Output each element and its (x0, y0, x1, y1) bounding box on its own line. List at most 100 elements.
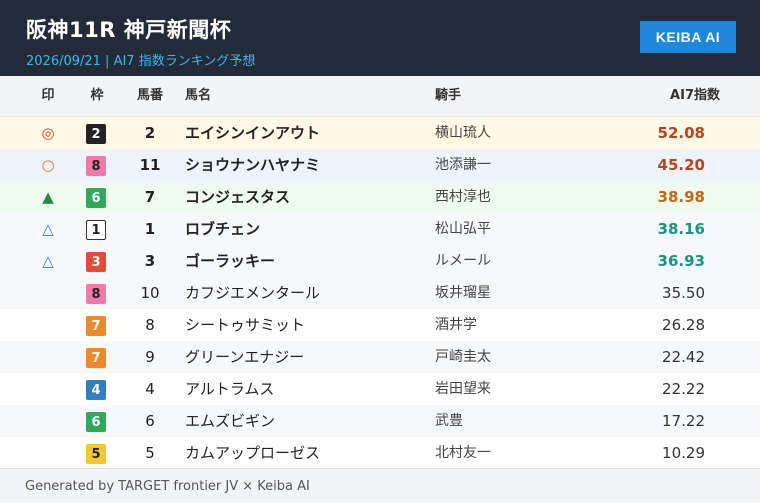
ai7-score: 45.20 (657, 156, 705, 174)
waku-badge: 6 (86, 412, 106, 432)
column-header-waku: 枠 (90, 88, 104, 103)
jockey-name: ルメール (435, 253, 491, 269)
column-header-name: 馬名 (185, 88, 212, 103)
header: 阪神11R 神戸新聞杯 2026/09/21 | AI7 指数ランキング予想 K… (0, 0, 760, 76)
prediction-mark: △ (42, 220, 54, 238)
ai7-score: 38.98 (657, 188, 705, 206)
waku-cell: 7 (86, 309, 108, 341)
jockey-name: 西村淳也 (435, 189, 491, 205)
prediction-mark: ▲ (42, 188, 54, 206)
prediction-mark (30, 341, 66, 373)
prediction-mark (30, 309, 66, 341)
waku-cell: 6 (86, 181, 108, 213)
prediction-mark (30, 405, 66, 437)
horse-name: ゴーラッキー (185, 252, 276, 270)
waku-badge: 7 (86, 316, 106, 336)
prediction-mark: ○ (41, 156, 55, 174)
horse-name: カムアップローゼス (185, 444, 321, 462)
ai7-score: 10.29 (662, 444, 705, 462)
race-title: 阪神11R 神戸新聞杯 (26, 18, 232, 42)
jockey-name: 池添謙一 (435, 157, 491, 173)
horse-name: グリーンエナジー (185, 348, 305, 366)
prediction-mark (30, 373, 66, 405)
ai7-score: 22.22 (662, 380, 705, 398)
column-header-score: AI7指数 (670, 88, 720, 103)
waku-cell: 6 (86, 405, 108, 437)
footer-text: Generated by TARGET frontier JV × Keiba … (25, 479, 310, 494)
ai7-score: 38.16 (657, 220, 705, 238)
table-header: 印 枠 馬番 馬名 騎手 AI7指数 (0, 76, 760, 117)
table-row[interactable]: △ 3 3 ゴーラッキー ルメール 36.93 (0, 245, 760, 277)
ai7-score: 26.28 (662, 316, 705, 334)
waku-badge: 2 (86, 124, 106, 144)
table-row[interactable]: ▲ 6 7 コンジェスタス 西村淳也 38.98 (0, 181, 760, 213)
waku-badge: 5 (86, 444, 106, 464)
horse-name: アルトラムス (185, 380, 275, 398)
table-row[interactable]: △ 1 1 ロブチェン 松山弘平 38.16 (0, 213, 760, 245)
waku-cell: 8 (86, 149, 108, 181)
race-subtitle: 2026/09/21 | AI7 指数ランキング予想 (26, 54, 256, 69)
umaban: 4 (145, 380, 155, 398)
horse-name: エムズビギン (185, 412, 276, 430)
footer: Generated by TARGET frontier JV × Keiba … (0, 468, 760, 503)
waku-cell: 2 (86, 117, 108, 149)
horse-name: ロブチェン (185, 220, 261, 238)
umaban: 10 (140, 284, 160, 302)
umaban: 9 (145, 348, 155, 366)
table-body: ◎ 2 2 エイシンインアウト 横山琉人 52.08 ○ 8 11 ショウナンハヤナミ 池添謙一 45… (0, 117, 760, 469)
jockey-name: 北村友一 (435, 445, 491, 461)
table-row[interactable]: ◎ 2 2 エイシンインアウト 横山琉人 52.08 (0, 117, 760, 149)
waku-cell: 3 (86, 245, 108, 277)
ai7-score: 17.22 (662, 412, 705, 430)
umaban: 7 (144, 188, 156, 206)
table-row[interactable]: 6 6 エムズビギン 武豊 17.22 (0, 405, 760, 437)
horse-name: コンジェスタス (185, 188, 291, 206)
column-header-jockey: 騎手 (435, 88, 462, 103)
waku-cell: 8 (86, 277, 108, 309)
table-row[interactable]: 8 10 カフジエメンタール 坂井瑠星 35.50 (0, 277, 760, 309)
jockey-name: 坂井瑠星 (435, 285, 491, 301)
table-row[interactable]: 5 5 カムアップローゼス 北村友一 10.29 (0, 437, 760, 469)
umaban: 1 (144, 220, 156, 238)
waku-cell: 7 (86, 341, 108, 373)
horse-name: シートゥサミット (185, 316, 306, 334)
ai7-score: 22.42 (662, 348, 705, 366)
waku-badge: 4 (86, 380, 106, 400)
table-row[interactable]: 7 9 グリーンエナジー 戸崎圭太 22.42 (0, 341, 760, 373)
waku-cell: 1 (86, 213, 108, 245)
umaban: 8 (145, 316, 155, 334)
waku-badge: 8 (86, 156, 106, 176)
waku-badge: 1 (86, 220, 106, 240)
waku-badge: 3 (86, 252, 106, 272)
waku-cell: 4 (86, 373, 108, 405)
column-header-mark: 印 (41, 88, 55, 103)
waku-cell: 5 (86, 437, 108, 469)
horse-name: エイシンインアウト (185, 124, 321, 142)
horse-name: ショウナンハヤナミ (185, 156, 321, 174)
horse-name: カフジエメンタール (185, 284, 321, 302)
jockey-name: 戸崎圭太 (435, 349, 491, 365)
ai7-score: 36.93 (657, 252, 705, 270)
umaban: 6 (145, 412, 155, 430)
table-row[interactable]: ○ 8 11 ショウナンハヤナミ 池添謙一 45.20 (0, 149, 760, 181)
umaban: 5 (145, 444, 155, 462)
ai7-score: 52.08 (657, 124, 705, 142)
umaban: 11 (139, 156, 161, 174)
jockey-name: 松山弘平 (435, 221, 491, 237)
prediction-mark (30, 437, 66, 469)
umaban: 3 (144, 252, 156, 270)
table-row[interactable]: 4 4 アルトラムス 岩田望来 22.22 (0, 373, 760, 405)
waku-badge: 8 (86, 284, 106, 304)
jockey-name: 酒井学 (435, 317, 477, 333)
jockey-name: 武豊 (435, 413, 463, 429)
waku-badge: 6 (86, 188, 106, 208)
umaban: 2 (144, 124, 156, 142)
jockey-name: 横山琉人 (435, 125, 491, 141)
ai7-score: 35.50 (662, 284, 705, 302)
column-header-umaban: 馬番 (136, 88, 163, 103)
prediction-mark (30, 277, 66, 309)
jockey-name: 岩田望来 (435, 381, 491, 397)
brand-badge: KEIBA AI (640, 21, 736, 53)
table-row[interactable]: 7 8 シートゥサミット 酒井学 26.28 (0, 309, 760, 341)
waku-badge: 7 (86, 348, 106, 368)
